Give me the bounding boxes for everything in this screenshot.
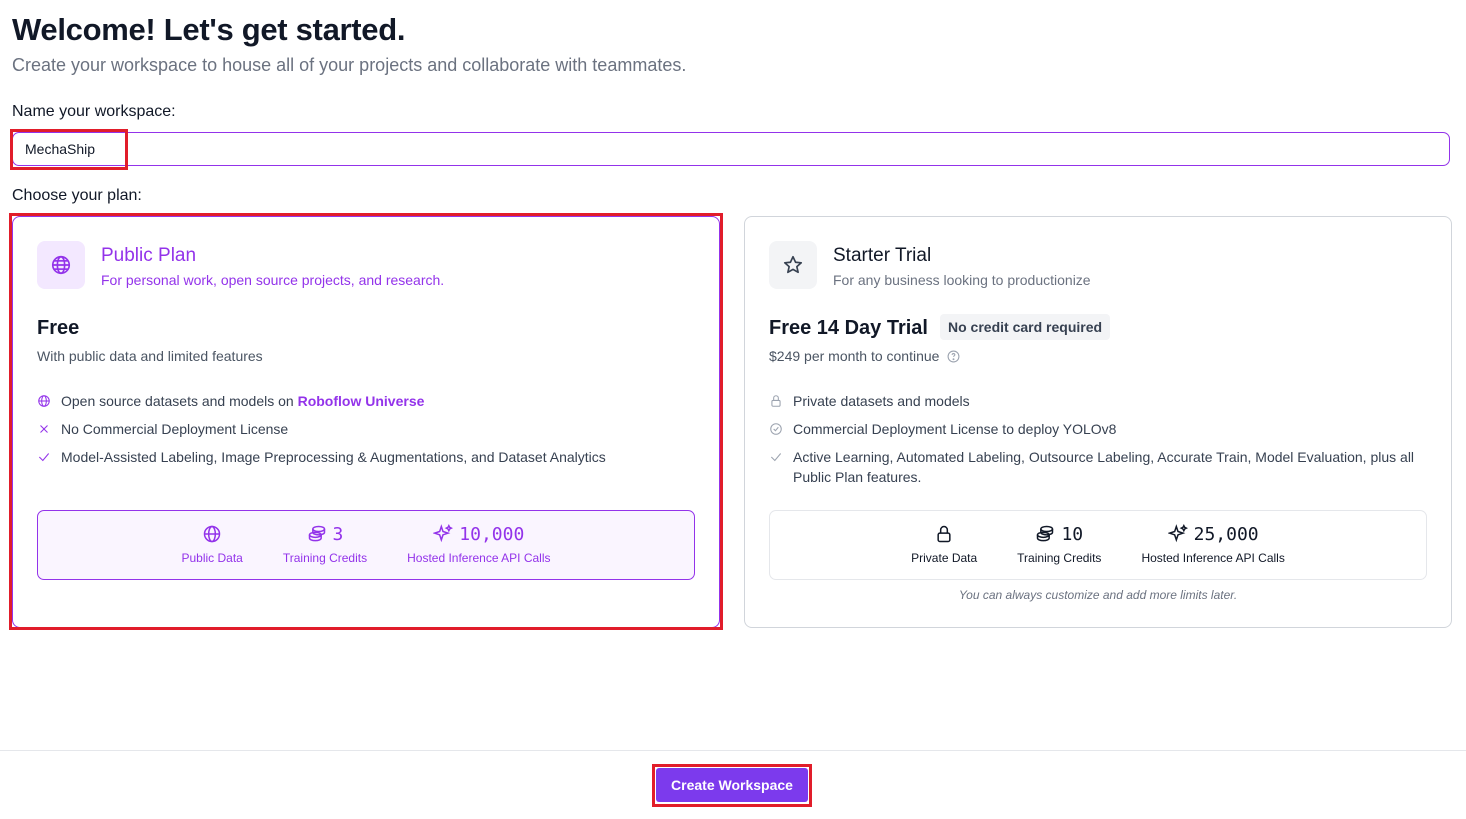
stat-private-data: Private Data <box>911 523 977 579</box>
feature-text: Open source datasets and models on <box>61 393 298 409</box>
public-plan-card[interactable]: Public Plan For personal work, open sour… <box>12 216 720 628</box>
workspace-name-input[interactable] <box>12 132 1450 166</box>
page-title: Welcome! Let's get started. <box>12 12 406 47</box>
stat-value: 3 <box>332 523 344 545</box>
create-workspace-button[interactable]: Create Workspace <box>656 768 808 802</box>
feature-text: Commercial Deployment License to deploy … <box>793 421 1117 437</box>
feature-item: Commercial Deployment License to deploy … <box>769 419 1419 439</box>
starter-plan-features: Private datasets and models Commercial D… <box>769 391 1419 495</box>
plan-section-label: Choose your plan: <box>12 187 142 204</box>
sparkles-icon <box>433 524 454 543</box>
starter-trial-card[interactable]: Starter Trial For any business looking t… <box>744 216 1452 628</box>
feature-item: Open source datasets and models on Robof… <box>37 391 687 411</box>
starter-plan-icon-box <box>769 241 817 289</box>
public-plan-stats: Public Data 3 Training Credits 10,000 Ho… <box>37 510 695 580</box>
public-plan-price-subtitle: With public data and limited features <box>37 348 263 364</box>
star-icon <box>783 255 803 274</box>
stat-label: Hosted Inference API Calls <box>407 551 551 565</box>
globe-icon <box>51 255 71 275</box>
check-icon <box>770 453 782 462</box>
lock-icon <box>771 395 781 407</box>
help-circle-icon[interactable] <box>947 350 960 363</box>
x-icon <box>40 425 48 433</box>
globe-icon <box>38 395 50 407</box>
lock-icon <box>937 525 951 543</box>
stat-label: Private Data <box>911 551 978 565</box>
stat-label: Training Credits <box>1017 551 1102 565</box>
stat-label: Training Credits <box>282 551 368 565</box>
coins-icon <box>308 525 325 542</box>
feature-item: Active Learning, Automated Labeling, Out… <box>769 447 1419 487</box>
starter-plan-price-subtitle: $249 per month to continue <box>769 348 960 364</box>
stat-label: Hosted Inference API Calls <box>1141 551 1285 565</box>
stat-value: 10 <box>1061 523 1084 545</box>
starter-plan-price: Free 14 Day Trial <box>769 317 928 339</box>
public-plan-description: For personal work, open source projects,… <box>101 272 445 288</box>
feature-item: No Commercial Deployment License <box>37 419 687 439</box>
check-circle-icon <box>770 423 782 435</box>
price-continue-text: $249 per month to continue <box>769 348 940 364</box>
public-plan-features: Open source datasets and models on Robof… <box>37 391 687 475</box>
stat-training-credits: 3 Training Credits <box>283 523 367 579</box>
roboflow-universe-link[interactable]: Roboflow Universe <box>298 393 425 409</box>
starter-plan-stats: Private Data 10 Training Credits 25,000 … <box>769 510 1427 580</box>
stat-value: 10,000 <box>459 523 525 545</box>
stat-public-data: Public Data <box>181 523 243 579</box>
no-credit-card-badge: No credit card required <box>940 314 1111 340</box>
public-plan-icon-box <box>37 241 85 289</box>
sparkles-icon <box>1167 524 1188 543</box>
stat-api-calls: 10,000 Hosted Inference API Calls <box>407 523 550 579</box>
stat-training-credits: 10 Training Credits <box>1017 523 1101 579</box>
feature-text: Model-Assisted Labeling, Image Preproces… <box>61 449 606 465</box>
public-plan-name: Public Plan <box>101 245 197 266</box>
globe-icon <box>203 525 221 543</box>
footer-divider <box>0 750 1466 751</box>
public-plan-price: Free <box>37 317 80 339</box>
stat-api-calls: 25,000 Hosted Inference API Calls <box>1141 523 1284 579</box>
starter-plan-name: Starter Trial <box>833 245 932 266</box>
workspace-name-label: Name your workspace: <box>12 103 176 120</box>
customize-note: You can always customize and add more li… <box>958 588 1238 602</box>
starter-plan-description: For any business looking to productioniz… <box>833 272 1091 288</box>
check-icon <box>38 453 50 462</box>
stat-label: Public Data <box>181 551 243 565</box>
feature-text: Private datasets and models <box>793 393 970 409</box>
feature-text: No Commercial Deployment License <box>61 421 289 437</box>
feature-item: Private datasets and models <box>769 391 1419 411</box>
feature-item: Model-Assisted Labeling, Image Preproces… <box>37 447 687 467</box>
stat-value: 25,000 <box>1193 523 1259 545</box>
feature-text: Active Learning, Automated Labeling, Out… <box>793 449 1415 485</box>
page-subtitle: Create your workspace to house all of yo… <box>12 55 687 75</box>
coins-icon <box>1037 525 1054 542</box>
